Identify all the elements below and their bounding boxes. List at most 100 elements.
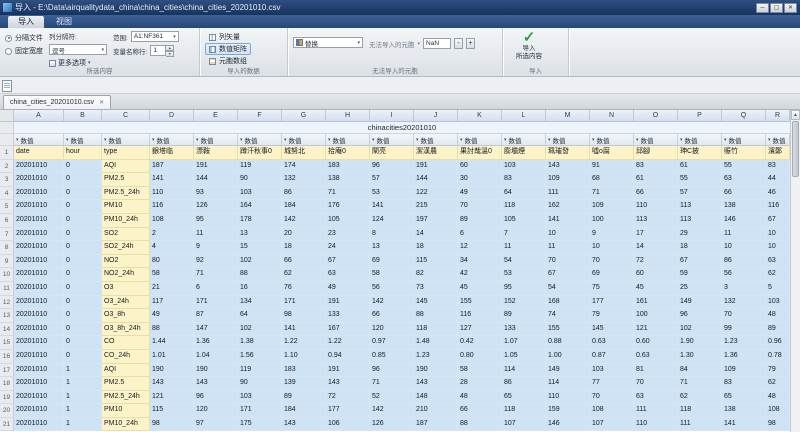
row-number[interactable]: 19 bbox=[0, 391, 14, 405]
cell-C4[interactable]: PM2.5_24h bbox=[102, 187, 150, 201]
cell-Q14[interactable]: 99 bbox=[722, 323, 766, 337]
cell-F16[interactable]: 1.56 bbox=[238, 350, 282, 364]
cell-N3[interactable]: 68 bbox=[590, 173, 634, 187]
cell-G7[interactable]: 20 bbox=[282, 228, 326, 242]
cell-G14[interactable]: 141 bbox=[282, 323, 326, 337]
replace-rule-select[interactable]: 替换 ▾ bbox=[293, 37, 363, 48]
cell-K20[interactable]: 66 bbox=[458, 404, 502, 418]
cell-B13[interactable]: 0 bbox=[64, 309, 102, 323]
cell-C19[interactable]: PM2.5_24h bbox=[102, 391, 150, 405]
cell-F5[interactable]: 164 bbox=[238, 200, 282, 214]
cell-M8[interactable]: 11 bbox=[546, 241, 590, 255]
cell-P3[interactable]: 55 bbox=[678, 173, 722, 187]
cell-B19[interactable]: 1 bbox=[64, 391, 102, 405]
cell-P12[interactable]: 149 bbox=[678, 296, 722, 310]
cell-H7[interactable]: 23 bbox=[326, 228, 370, 242]
cell-I6[interactable]: 124 bbox=[370, 214, 414, 228]
document-icon[interactable] bbox=[2, 80, 12, 92]
output-type-numeric-matrix[interactable]: 数值矩阵 bbox=[205, 43, 251, 55]
cell-K9[interactable]: 34 bbox=[458, 255, 502, 269]
cell-P21[interactable]: 111 bbox=[678, 418, 722, 432]
cell-J11[interactable]: 73 bbox=[414, 282, 458, 296]
cell-H6[interactable]: 105 bbox=[326, 214, 370, 228]
cell-D4[interactable]: 110 bbox=[150, 187, 194, 201]
cell-F21[interactable]: 175 bbox=[238, 418, 282, 432]
row-number[interactable]: 6 bbox=[0, 214, 14, 228]
cell-K19[interactable]: 48 bbox=[458, 391, 502, 405]
cell-Q2[interactable]: 55 bbox=[722, 160, 766, 174]
row-number[interactable]: 21 bbox=[0, 418, 14, 432]
cell-M13[interactable]: 74 bbox=[546, 309, 590, 323]
cell-R9[interactable]: 63 bbox=[766, 255, 790, 269]
cell-N13[interactable]: 79 bbox=[590, 309, 634, 323]
cell-B14[interactable]: 0 bbox=[64, 323, 102, 337]
cell-M18[interactable]: 114 bbox=[546, 377, 590, 391]
cell-N10[interactable]: 69 bbox=[590, 268, 634, 282]
cell-C16[interactable]: CO_24h bbox=[102, 350, 150, 364]
cell-I4[interactable]: 53 bbox=[370, 187, 414, 201]
cell-N2[interactable]: 91 bbox=[590, 160, 634, 174]
cell-Q21[interactable]: 141 bbox=[722, 418, 766, 432]
cell-E1[interactable]: 漂鞍 bbox=[194, 146, 238, 160]
row-number[interactable]: 14 bbox=[0, 323, 14, 337]
cell-R21[interactable]: 98 bbox=[766, 418, 790, 432]
cell-Q12[interactable]: 132 bbox=[722, 296, 766, 310]
cell-N18[interactable]: 77 bbox=[590, 377, 634, 391]
row-number[interactable]: 9 bbox=[0, 255, 14, 269]
cell-I10[interactable]: 58 bbox=[370, 268, 414, 282]
cell-B1[interactable]: hour bbox=[64, 146, 102, 160]
cell-L7[interactable]: 7 bbox=[502, 228, 546, 242]
cell-K16[interactable]: 0.80 bbox=[458, 350, 502, 364]
cell-N12[interactable]: 177 bbox=[590, 296, 634, 310]
cell-O3[interactable]: 61 bbox=[634, 173, 678, 187]
spin-down-icon[interactable]: ▾ bbox=[166, 51, 174, 57]
cell-A16[interactable]: 20201010 bbox=[14, 350, 64, 364]
cell-L14[interactable]: 133 bbox=[502, 323, 546, 337]
row-number[interactable]: 16 bbox=[0, 350, 14, 364]
cell-F17[interactable]: 119 bbox=[238, 364, 282, 378]
cell-F7[interactable]: 13 bbox=[238, 228, 282, 242]
cell-J3[interactable]: 144 bbox=[414, 173, 458, 187]
cell-M4[interactable]: 111 bbox=[546, 187, 590, 201]
column-header-K[interactable]: K bbox=[458, 110, 502, 122]
cell-A10[interactable]: 20201010 bbox=[14, 268, 64, 282]
cell-R13[interactable]: 48 bbox=[766, 309, 790, 323]
cell-A21[interactable]: 20201010 bbox=[14, 418, 64, 432]
cell-G6[interactable]: 142 bbox=[282, 214, 326, 228]
cell-C17[interactable]: AQI bbox=[102, 364, 150, 378]
cell-Q18[interactable]: 83 bbox=[722, 377, 766, 391]
cell-H9[interactable]: 67 bbox=[326, 255, 370, 269]
cell-R7[interactable]: 10 bbox=[766, 228, 790, 242]
cell-N7[interactable]: 9 bbox=[590, 228, 634, 242]
cell-K17[interactable]: 58 bbox=[458, 364, 502, 378]
row-number[interactable]: 8 bbox=[0, 241, 14, 255]
cell-A19[interactable]: 20201010 bbox=[14, 391, 64, 405]
cell-L15[interactable]: 1.07 bbox=[502, 336, 546, 350]
column-header-A[interactable]: A bbox=[14, 110, 64, 122]
column-header-D[interactable]: D bbox=[150, 110, 194, 122]
cell-H16[interactable]: 0.94 bbox=[326, 350, 370, 364]
cell-Q10[interactable]: 56 bbox=[722, 268, 766, 282]
cell-F9[interactable]: 102 bbox=[238, 255, 282, 269]
cell-M2[interactable]: 143 bbox=[546, 160, 590, 174]
column-header-H[interactable]: H bbox=[326, 110, 370, 122]
cell-C15[interactable]: CO bbox=[102, 336, 150, 350]
cell-M20[interactable]: 159 bbox=[546, 404, 590, 418]
cell-R3[interactable]: 44 bbox=[766, 173, 790, 187]
cell-K3[interactable]: 30 bbox=[458, 173, 502, 187]
cell-L17[interactable]: 114 bbox=[502, 364, 546, 378]
column-type-dropdown-A[interactable]: ▾数值 bbox=[14, 134, 64, 146]
cell-H15[interactable]: 1.22 bbox=[326, 336, 370, 350]
column-header-N[interactable]: N bbox=[590, 110, 634, 122]
cell-R17[interactable]: 79 bbox=[766, 364, 790, 378]
close-button[interactable]: ✕ bbox=[784, 3, 797, 13]
cell-G9[interactable]: 66 bbox=[282, 255, 326, 269]
cell-O8[interactable]: 14 bbox=[634, 241, 678, 255]
cell-I16[interactable]: 0.85 bbox=[370, 350, 414, 364]
cell-Q1[interactable]: 賑竹 bbox=[722, 146, 766, 160]
cell-D2[interactable]: 187 bbox=[150, 160, 194, 174]
cell-H13[interactable]: 133 bbox=[326, 309, 370, 323]
cell-C1[interactable]: type bbox=[102, 146, 150, 160]
cell-G12[interactable]: 171 bbox=[282, 296, 326, 310]
cell-I14[interactable]: 120 bbox=[370, 323, 414, 337]
